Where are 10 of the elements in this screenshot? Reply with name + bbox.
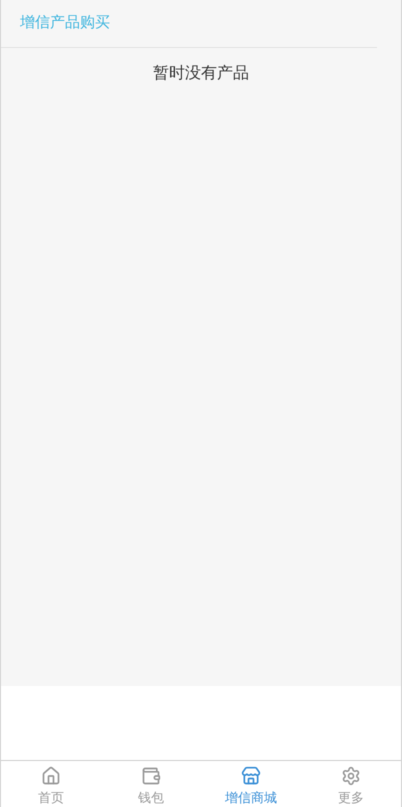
tab[interactable]: 首页 [1,761,101,807]
wallet-icon [141,766,161,786]
tab[interactable]: 钱包 [101,761,201,807]
store-icon [241,766,261,786]
empty-message: 暂时没有产品 [153,64,249,84]
tab[interactable]: 增信商城 [201,761,301,807]
settings-icon [341,766,361,786]
tab[interactable]: 更多 [301,761,401,807]
page-title: 增信产品购买 [20,13,110,34]
home-icon [41,766,61,786]
